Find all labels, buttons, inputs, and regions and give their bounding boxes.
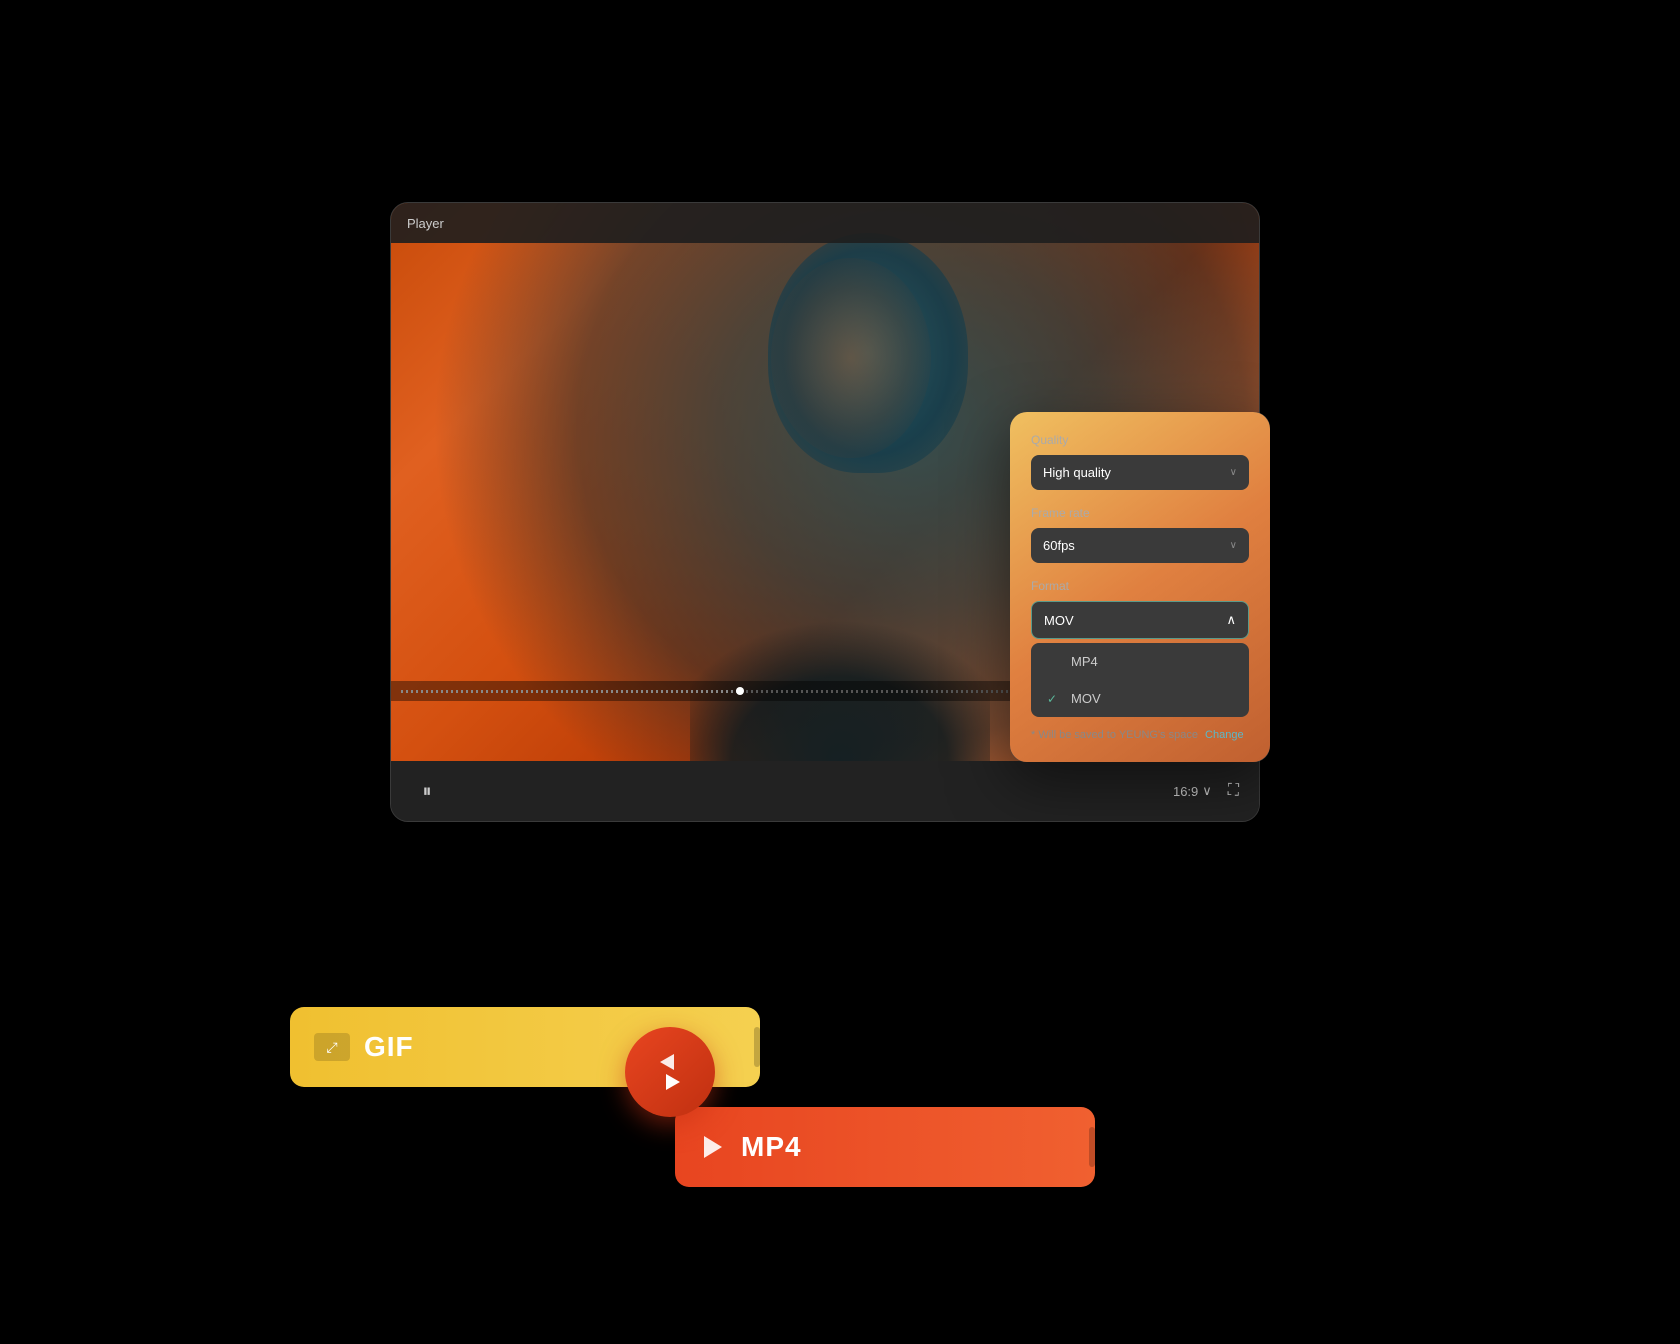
framerate-select[interactable]: 60fps ∨ (1031, 528, 1249, 563)
player-titlebar: Player (391, 203, 1259, 243)
format-select-header[interactable]: MOV ∧ (1032, 602, 1248, 638)
gif-arrow-icon: ⤢ (326, 1039, 337, 1056)
format-option-mp4[interactable]: MP4 (1031, 643, 1249, 680)
play-pause-button[interactable]: ⏸ (411, 775, 443, 807)
change-link[interactable]: Change (1205, 729, 1244, 741)
quality-panel: Quality High quality ∨ Frame rate 60fps … (1010, 412, 1270, 762)
timeline-thumb (736, 687, 744, 695)
framerate-chevron-icon: ∨ (1230, 540, 1237, 551)
format-dropdown: MP4 ✓ MOV (1031, 643, 1249, 717)
framerate-value: 60fps (1043, 538, 1075, 553)
gif-card-handle[interactable] (754, 1027, 760, 1067)
mp4-card[interactable]: MP4 (675, 1107, 1095, 1187)
format-select-open[interactable]: MOV ∧ (1031, 601, 1249, 639)
controls-bar: ⏸ 16:9 ∨ ⛶ (391, 761, 1259, 821)
face-detail (771, 258, 931, 458)
convert-button[interactable] (625, 1027, 715, 1117)
quality-chevron-icon: ∨ (1230, 467, 1237, 478)
timeline-progress (401, 690, 740, 693)
quality-value: High quality (1043, 465, 1111, 480)
mov-option-label: MOV (1071, 691, 1101, 706)
aspect-ratio-label: 16:9 (1173, 784, 1198, 799)
gif-icon-box: ⤢ (314, 1033, 350, 1061)
aspect-ratio-button[interactable]: 16:9 ∨ (1173, 783, 1212, 799)
fullscreen-button[interactable]: ⛶ (1228, 782, 1239, 800)
scene: Player ⏸ 16:9 ∨ (290, 122, 1390, 1222)
quality-select[interactable]: High quality ∨ (1031, 455, 1249, 490)
player-title: Player (407, 216, 444, 231)
arrow-left-icon (660, 1054, 674, 1070)
format-chevron-icon: ∧ (1226, 612, 1236, 628)
mp4-card-handle[interactable] (1089, 1127, 1095, 1167)
aspect-ratio-chevron: ∨ (1202, 783, 1212, 799)
save-note: * Will be saved to YEUNG's space Change (1031, 729, 1249, 741)
format-value: MOV (1044, 613, 1074, 628)
quality-label: Quality (1031, 433, 1249, 447)
mp4-option-label: MP4 (1071, 654, 1098, 669)
shoulder-shape (690, 561, 990, 761)
save-note-text: * Will be saved to YEUNG's space (1031, 729, 1198, 741)
convert-arrows-icon (663, 1054, 677, 1090)
mp4-label: MP4 (741, 1131, 802, 1163)
play-icon (704, 1136, 722, 1158)
mov-check-icon: ✓ (1047, 692, 1063, 706)
mp4-icon-box (699, 1133, 727, 1161)
framerate-label: Frame rate (1031, 506, 1249, 520)
arrow-right-icon (666, 1074, 680, 1090)
gif-label: GIF (364, 1031, 414, 1063)
format-option-mov[interactable]: ✓ MOV (1031, 680, 1249, 717)
format-label: Format (1031, 579, 1249, 593)
